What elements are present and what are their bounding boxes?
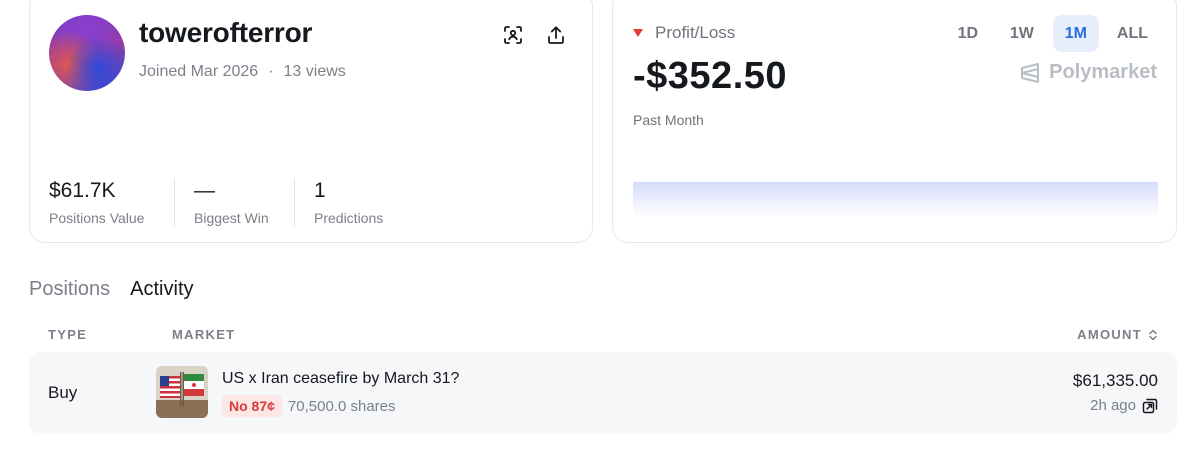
stat-value: —: [194, 179, 215, 202]
stat-biggest-win: — Biggest Win: [174, 178, 294, 226]
column-header-market: MARKET: [172, 327, 236, 342]
external-link-icon[interactable]: [1142, 398, 1158, 414]
outcome-info: No 87¢ 70,500.0 shares: [222, 395, 396, 417]
market-thumbnail[interactable]: [156, 366, 208, 418]
range-1d[interactable]: 1D: [945, 15, 991, 52]
stat-value: 1: [314, 179, 326, 202]
pnl-period: Past Month: [633, 112, 704, 128]
time-ago: 2h ago: [1090, 397, 1136, 414]
pnl-title: Profit/Loss: [655, 23, 736, 42]
stat-label: Predictions: [314, 210, 384, 226]
table-row[interactable]: Buy US x Iran ceasefire by March 31? No …: [29, 352, 1177, 434]
column-header-amount[interactable]: AMOUNT: [1077, 327, 1158, 342]
stat-label: Biggest Win: [194, 210, 269, 226]
flags-image: [156, 366, 208, 418]
range-selector: 1D 1W 1M ALL: [945, 15, 1158, 52]
range-all[interactable]: ALL: [1107, 15, 1158, 52]
username: towerofterror: [139, 17, 313, 48]
range-1m[interactable]: 1M: [1052, 15, 1099, 52]
column-header-amount-label: AMOUNT: [1077, 327, 1142, 342]
brand-name: Polymarket: [1049, 61, 1157, 83]
scan-icon: [504, 26, 522, 44]
stat-predictions: 1 Predictions: [294, 178, 402, 226]
polymarket-brand: Polymarket: [1019, 61, 1157, 84]
scan-button[interactable]: [502, 24, 524, 46]
stat-label: Positions Value: [49, 210, 145, 226]
sort-icon: [1149, 329, 1157, 340]
share-icon: [548, 26, 564, 44]
activity-time: 2h ago: [1090, 397, 1158, 414]
market-title[interactable]: US x Iran ceasefire by March 31?: [222, 370, 459, 388]
activity-tabs: Positions Activity: [29, 278, 194, 301]
triangle-down-icon: [633, 29, 643, 37]
avatar[interactable]: [49, 15, 125, 91]
joined-date: Joined Mar 2026: [139, 63, 259, 80]
share-button[interactable]: [545, 24, 567, 46]
pnl-card: Profit/Loss 1D 1W 1M ALL -$352.50 Past M…: [612, 0, 1177, 243]
polymarket-logo-icon: [1021, 62, 1040, 83]
activity-type: Buy: [48, 383, 78, 402]
pnl-header: Profit/Loss: [633, 23, 735, 43]
profile-card: towerofterror Joined Mar 2026 · 13 views…: [29, 0, 593, 243]
pnl-chart-area: [633, 182, 1158, 218]
profile-meta: Joined Mar 2026 · 13 views: [139, 63, 346, 81]
amount-value: $61,335.00: [1072, 371, 1158, 390]
range-1w[interactable]: 1W: [999, 15, 1045, 52]
meta-separator: ·: [268, 63, 274, 80]
tab-positions[interactable]: Positions: [29, 278, 110, 301]
outcome-badge: No 87¢: [222, 395, 282, 417]
stat-positions-value: $61.7K Positions Value: [49, 178, 174, 226]
pnl-value: -$352.50: [633, 55, 788, 97]
stat-value: $61.7K: [49, 179, 116, 202]
tab-activity[interactable]: Activity: [130, 278, 193, 301]
view-count: 13 views: [283, 63, 346, 80]
profile-stats: $61.7K Positions Value — Biggest Win 1 P…: [49, 178, 402, 226]
share-count: 70,500.0 shares: [287, 397, 396, 415]
column-header-type: TYPE: [48, 327, 88, 342]
